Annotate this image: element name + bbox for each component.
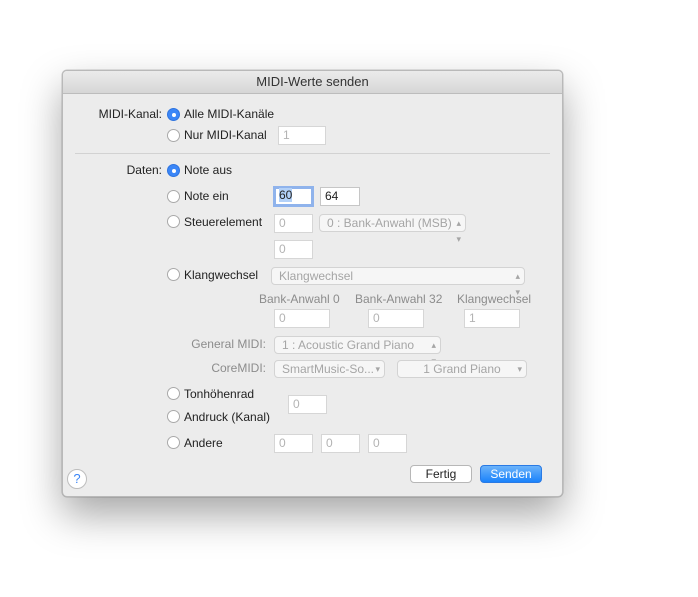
updown-chevron-icon: ▴▾ <box>456 218 461 244</box>
senden-button[interactable]: Senden <box>480 465 542 483</box>
coremidi-program-text: 1 Grand Piano <box>423 362 501 376</box>
coremidi-program-popup[interactable]: 1 Grand Piano ▾ <box>397 360 527 378</box>
radio-only-channel[interactable] <box>167 129 180 142</box>
bank0-field[interactable]: 0 <box>274 309 330 328</box>
help-button[interactable]: ? <box>67 469 87 489</box>
steuer-controller-popup[interactable]: 0 : Bank-Anwahl (MSB) ▴ ▾ <box>319 214 466 244</box>
steuer-value-field[interactable]: 0 <box>274 214 313 233</box>
note-ein-velocity-field[interactable]: 64 <box>320 187 360 206</box>
section-divider <box>75 153 550 154</box>
klangwechsel-popup[interactable]: Klangwechsel ▴ ▾ <box>271 267 525 297</box>
midi-send-dialog: MIDI-Werte senden MIDI-Kanal: Alle MIDI-… <box>62 70 563 497</box>
klang-number-label: Klangwechsel <box>457 292 532 306</box>
daten-label: Daten: <box>126 163 162 177</box>
radio-note-ein[interactable] <box>167 190 180 203</box>
klangwechsel-label[interactable]: Klangwechsel <box>184 268 258 282</box>
radio-steuerelement[interactable] <box>167 215 180 228</box>
note-ein-value-field[interactable]: 60 <box>273 186 314 207</box>
radio-andere[interactable] <box>167 436 180 449</box>
note-ein-value-text: 60 <box>279 188 293 202</box>
radio-tonhoehenrad[interactable] <box>167 387 180 400</box>
chevron-down-icon: ▾ <box>517 364 522 374</box>
andere-label[interactable]: Andere <box>184 436 223 450</box>
steuerelement-label[interactable]: Steuerelement <box>184 215 262 229</box>
andere-field-2[interactable]: 0 <box>321 434 360 453</box>
general-midi-popup[interactable]: 1 : Acoustic Grand Piano ▴▾ <box>274 336 441 366</box>
radio-klangwechsel[interactable] <box>167 268 180 281</box>
klang-number-field[interactable]: 1 <box>464 309 520 328</box>
window-title: MIDI-Werte senden <box>63 71 562 94</box>
tonhoehenrad-label[interactable]: Tonhöhenrad <box>184 387 254 401</box>
andere-field-1[interactable]: 0 <box>274 434 313 453</box>
general-midi-label: General MIDI: <box>191 337 266 351</box>
radio-all-channels[interactable] <box>167 108 180 121</box>
bank32-field[interactable]: 0 <box>368 309 424 328</box>
all-channels-label[interactable]: Alle MIDI-Kanäle <box>184 107 274 121</box>
klang-popup-text: Klangwechsel <box>279 269 354 283</box>
chevron-down-icon: ▾ <box>375 364 380 374</box>
coremidi-label: CoreMIDI: <box>211 361 266 375</box>
bank32-label: Bank-Anwahl 32 <box>355 292 443 306</box>
note-aus-label[interactable]: Note aus <box>184 163 232 177</box>
andruck-label[interactable]: Andruck (Kanal) <box>184 410 270 424</box>
bank0-label: Bank-Anwahl 0 <box>259 292 340 306</box>
radio-note-aus[interactable] <box>167 164 180 177</box>
steuer-value2-field[interactable]: 0 <box>274 240 313 259</box>
andere-field-3[interactable]: 0 <box>368 434 407 453</box>
steuer-popup-text: 0 : Bank-Anwahl (MSB) <box>327 216 452 230</box>
note-ein-label[interactable]: Note ein <box>184 189 229 203</box>
general-midi-text: 1 : Acoustic Grand Piano <box>282 338 415 352</box>
coremidi-device-popup[interactable]: SmartMusic-So... ▾ <box>274 360 385 378</box>
channel-number-field[interactable]: 1 <box>278 126 326 145</box>
fertig-button[interactable]: Fertig <box>410 465 472 483</box>
coremidi-device-text: SmartMusic-So... <box>282 362 375 376</box>
only-channel-label[interactable]: Nur MIDI-Kanal <box>184 128 267 142</box>
midi-kanal-label: MIDI-Kanal: <box>98 107 162 121</box>
pitch-value-field[interactable]: 0 <box>288 395 327 414</box>
radio-andruck[interactable] <box>167 410 180 423</box>
